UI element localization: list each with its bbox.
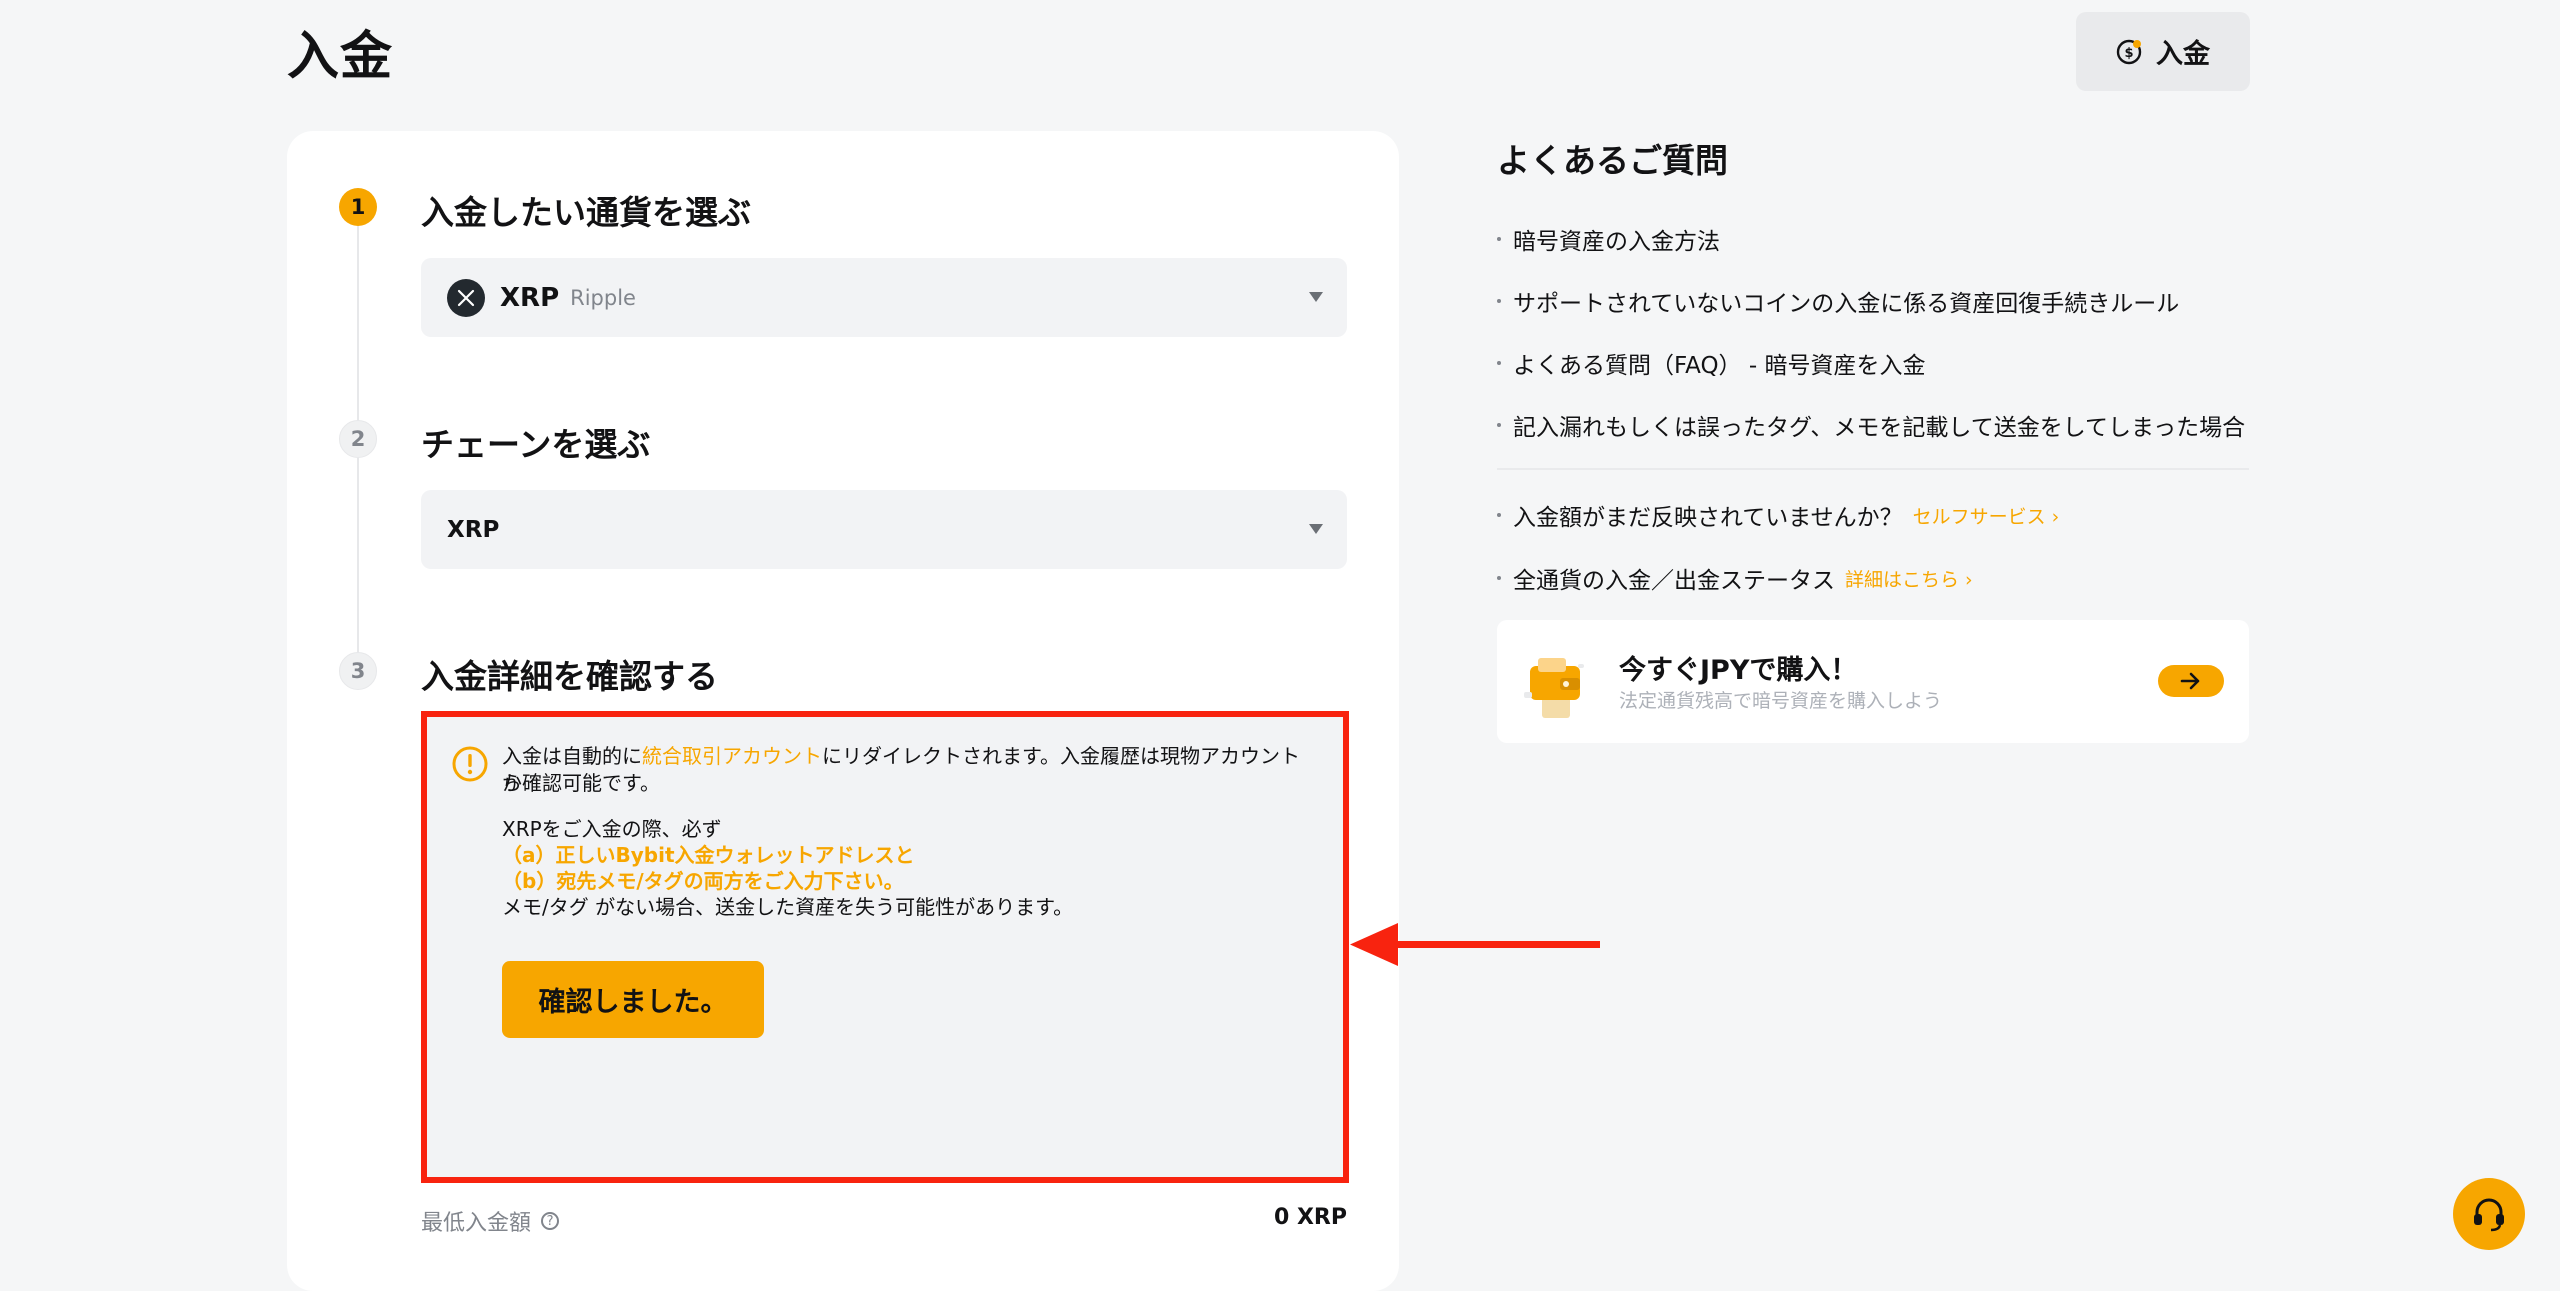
self-service-link[interactable]: セルフサービス › (1913, 502, 2060, 529)
faq-extra-item: 全通貨の入金／出金ステータス 詳細はこちら › (1497, 561, 1973, 595)
bullet-icon (1497, 423, 1501, 427)
coin-symbol: XRP (500, 282, 560, 313)
buy-jpy-promo-card[interactable] (1497, 620, 2249, 743)
svg-text:$: $ (2124, 46, 2133, 61)
coin-dollar-icon: $ (2116, 39, 2142, 64)
bullet-icon (1497, 513, 1501, 517)
notice-line-5: （b）宛先メモ/タグの両方をご入力下さい。 (502, 869, 904, 893)
wallet-icon (1524, 658, 1584, 718)
min-deposit-label-text: 最低入金額 (421, 1211, 532, 1236)
faq-item-label: よくある質問（FAQ） - 暗号資産を入金 (1513, 353, 1926, 379)
min-deposit-label: 最低入金額 ? (421, 1205, 560, 1237)
faq-item[interactable]: サポートされていないコインの入金に係る資産回復手続きルール (1497, 284, 2179, 318)
bullet-icon (1497, 237, 1501, 241)
chevron-down-icon (1309, 524, 1323, 534)
faq-extra-text: 全通貨の入金／出金ステータス (1513, 568, 1835, 594)
faq-item-label: サポートされていないコインの入金に係る資産回復手続きルール (1513, 291, 2180, 317)
promo-title: 今すぐJPYで購入！ (1619, 655, 1858, 686)
notice-line-3: XRPをご入金の際、必ず (502, 817, 722, 841)
step-connector (357, 458, 359, 658)
warning-icon (452, 746, 488, 782)
step-2-number: 2 (339, 420, 377, 458)
bullet-icon (1497, 576, 1501, 580)
min-deposit-value: 0 XRP (1274, 1205, 1347, 1230)
page-title: 入金 (287, 27, 394, 87)
chain-select[interactable]: XRP (421, 490, 1347, 569)
faq-item[interactable]: 暗号資産の入金方法 (1497, 222, 1720, 256)
faq-extra-text: 入金額がまだ反映されていませんか？ (1513, 505, 1903, 531)
step-1-number: 1 (339, 188, 377, 226)
faq-item[interactable]: よくある質問（FAQ） - 暗号資産を入金 (1497, 346, 1925, 380)
deposit-button[interactable]: $ 入金 (2076, 12, 2250, 91)
step-1-title: 入金したい通貨を選ぶ (421, 193, 751, 232)
unified-account-link[interactable]: 統合取引アカウント (642, 744, 822, 768)
step-3-number: 3 (339, 652, 377, 690)
arrow-right-icon (2180, 672, 2200, 690)
chain-value: XRP (447, 516, 500, 543)
annotation-arrow-icon (1350, 923, 1600, 966)
faq-divider (1497, 468, 2249, 470)
coin-name: Ripple (570, 285, 636, 310)
headset-icon (2474, 1198, 2504, 1232)
promo-go-button[interactable] (2158, 665, 2224, 697)
step-connector (357, 226, 359, 426)
faq-extra-item: 入金額がまだ反映されていませんか？ セルフサービス › (1497, 498, 2059, 532)
faq-item-label: 記入漏れもしくは誤ったタグ、メモを記載して送金をしてしまった場合 (1513, 415, 2246, 441)
faq-title: よくあるご質問 (1497, 141, 1728, 180)
faq-item-label: 暗号資産の入金方法 (1513, 229, 1720, 255)
coin-select[interactable]: XRP Ripple (421, 258, 1347, 337)
step-2-title: チェーンを選ぶ (421, 425, 651, 464)
bullet-icon (1497, 361, 1501, 365)
step-3-title: 入金詳細を確認する (421, 657, 718, 696)
chevron-down-icon (1309, 292, 1323, 302)
xrp-icon (447, 278, 485, 317)
notice-text: 入金は自動的に (502, 744, 642, 768)
faq-item[interactable]: 記入漏れもしくは誤ったタグ、メモを記載して送金をしてしまった場合 (1497, 408, 2245, 442)
bullet-icon (1497, 299, 1501, 303)
promo-subtitle: 法定通貨残高で暗号資産を購入しよう (1619, 690, 1943, 712)
notice-line-2: ら確認可能です。 (502, 771, 660, 795)
notice-line-4: （a）正しいBybit入金ウォレットアドレスと (502, 843, 915, 867)
customer-support-button[interactable] (2453, 1178, 2525, 1250)
help-icon[interactable]: ? (541, 1212, 560, 1230)
confirm-button[interactable]: 確認しました。 (502, 961, 764, 1038)
deposit-button-label: 入金 (2156, 39, 2210, 70)
notice-line-6: メモ/タグ がない場合、送金した資産を失う可能性があります。 (502, 895, 1074, 919)
status-details-link[interactable]: 詳細はこちら › (1845, 565, 1973, 592)
